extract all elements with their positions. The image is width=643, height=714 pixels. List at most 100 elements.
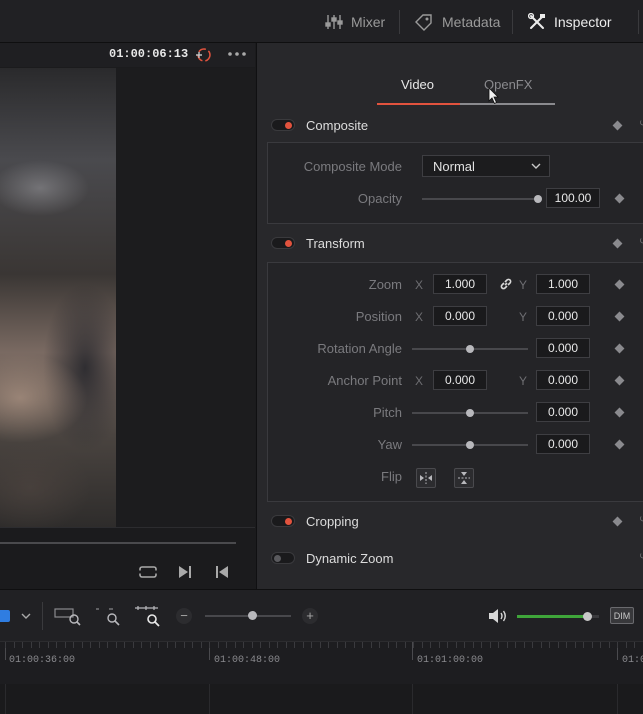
next-frame-icon[interactable]: [177, 563, 193, 581]
zoom-in-button[interactable]: +: [302, 608, 318, 624]
zoom-label: Zoom: [368, 277, 402, 292]
rotation-angle-field[interactable]: 0.000: [536, 338, 590, 358]
go-to-start-icon[interactable]: [214, 563, 230, 581]
zoom-y-field[interactable]: 1.000: [536, 274, 590, 294]
metadata-label: Metadata: [442, 13, 501, 30]
zoom-custom-icon[interactable]: [134, 605, 162, 627]
flag-icon[interactable]: [0, 610, 10, 622]
position-x-field[interactable]: 0.000: [433, 306, 487, 326]
ruler-minor-tick: [481, 642, 482, 648]
ruler-minor-tick: [532, 642, 533, 648]
yaw-field[interactable]: 0.000: [536, 434, 590, 454]
dynamic-zoom-toggle[interactable]: [271, 552, 295, 564]
ruler-minor-tick: [379, 642, 380, 648]
ruler-minor-tick: [583, 642, 584, 648]
opacity-field[interactable]: 100.00: [546, 188, 600, 208]
composite-header[interactable]: Composite ↺: [257, 110, 643, 140]
grid-line: [209, 684, 210, 714]
tools-icon: [528, 12, 545, 29]
ruler-minor-tick: [626, 642, 627, 648]
ruler-minor-tick: [566, 642, 567, 648]
viewer-scrubber[interactable]: [0, 527, 255, 557]
reset-icon[interactable]: ↺: [639, 514, 643, 525]
opacity-slider[interactable]: [422, 195, 542, 203]
keyframe-diamond-icon[interactable]: [614, 375, 625, 386]
timeline-ruler[interactable]: 01:00:36:00 01:00:48:00 01:01:00:00 01:0…: [0, 641, 643, 684]
keyframe-diamond-icon[interactable]: [612, 516, 623, 527]
ruler-minor-tick: [354, 642, 355, 648]
yaw-slider[interactable]: [412, 441, 528, 449]
keyframe-diamond-icon[interactable]: [614, 279, 625, 290]
keyframe-diamond-icon[interactable]: [612, 120, 623, 131]
ruler-minor-tick: [337, 642, 338, 648]
inspector-panel: Video OpenFX Composite ↺ Composite Mode …: [256, 43, 643, 589]
loop-icon[interactable]: [137, 563, 159, 581]
chevron-down-icon[interactable]: [20, 611, 32, 621]
volume-slider[interactable]: [517, 612, 599, 621]
position-y-field[interactable]: 0.000: [536, 306, 590, 326]
pitch-field[interactable]: 0.000: [536, 402, 590, 422]
cropping-toggle[interactable]: [271, 515, 295, 527]
ruler-minor-tick: [447, 642, 448, 648]
keyframe-diamond-icon[interactable]: [614, 407, 625, 418]
ruler-minor-tick: [320, 642, 321, 648]
speaker-icon[interactable]: [487, 606, 509, 626]
composite-toggle[interactable]: [271, 119, 295, 131]
ruler-minor-tick: [235, 642, 236, 648]
opacity-slider-handle[interactable]: [534, 195, 542, 203]
keyframe-diamond-icon[interactable]: [612, 238, 623, 249]
inspector-tabs: Video OpenFX: [257, 43, 643, 105]
link-icon[interactable]: [499, 277, 513, 291]
dynamic-zoom-header[interactable]: Dynamic Zoom ↺: [257, 543, 643, 573]
transform-header[interactable]: Transform ↺: [257, 228, 643, 258]
timeline-zoom-slider[interactable]: [205, 611, 291, 620]
yaw-slider-handle[interactable]: [466, 441, 474, 449]
ruler-minor-tick: [634, 642, 635, 648]
playhead-target-icon[interactable]: [193, 45, 213, 65]
keyframe-diamond-icon[interactable]: [614, 439, 625, 450]
metadata-button[interactable]: Metadata: [414, 0, 500, 43]
reset-icon[interactable]: ↺: [639, 551, 643, 562]
reset-icon[interactable]: ↺: [639, 118, 643, 129]
volume-handle[interactable]: [582, 612, 592, 621]
dim-button[interactable]: DIM: [610, 607, 634, 624]
keyframe-diamond-icon[interactable]: [614, 193, 625, 204]
mixer-label: Mixer: [351, 13, 386, 30]
keyframe-diamond-icon[interactable]: [614, 343, 625, 354]
pitch-slider[interactable]: [412, 409, 528, 417]
ruler-minor-tick: [430, 642, 431, 648]
tag-icon: [415, 13, 432, 31]
mixer-button[interactable]: Mixer: [325, 0, 385, 43]
anchor-x-field[interactable]: 0.000: [433, 370, 487, 390]
tab-video[interactable]: Video: [401, 77, 434, 92]
cropping-header[interactable]: Cropping ↺: [257, 506, 643, 536]
timeline-track-area[interactable]: [0, 684, 643, 714]
ruler-minor-tick: [82, 642, 83, 648]
scrub-track[interactable]: [0, 542, 236, 544]
timeline-zoom-handle[interactable]: [248, 611, 257, 620]
rotation-angle-slider[interactable]: [412, 345, 528, 353]
zoom-full-timeline-icon[interactable]: [54, 605, 82, 627]
ruler-minor-tick: [473, 642, 474, 648]
ruler-minor-tick: [48, 642, 49, 648]
inspector-button[interactable]: Inspector: [528, 0, 612, 43]
zoom-detail-icon[interactable]: [95, 605, 123, 627]
rotation-slider-handle[interactable]: [466, 345, 474, 353]
flip-vertical-button[interactable]: [454, 468, 474, 488]
transform-toggle[interactable]: [271, 237, 295, 249]
ruler-minor-tick: [303, 642, 304, 648]
ruler-timecode: 01:00:48:00: [214, 655, 281, 666]
toolbar-divider: [512, 10, 513, 34]
pitch-slider-handle[interactable]: [466, 409, 474, 417]
position-y-axis-label: Y: [519, 310, 528, 324]
anchor-y-field[interactable]: 0.000: [536, 370, 590, 390]
zoom-x-field[interactable]: 1.000: [433, 274, 487, 294]
keyframe-diamond-icon[interactable]: [614, 311, 625, 322]
flip-horizontal-button[interactable]: [416, 468, 436, 488]
ruler-minor-tick: [507, 642, 508, 648]
composite-mode-select[interactable]: Normal: [422, 155, 550, 177]
ruler-minor-tick: [558, 642, 559, 648]
zoom-out-button[interactable]: −: [176, 608, 192, 624]
more-options-icon[interactable]: [227, 51, 247, 57]
reset-icon[interactable]: ↺: [639, 236, 643, 247]
